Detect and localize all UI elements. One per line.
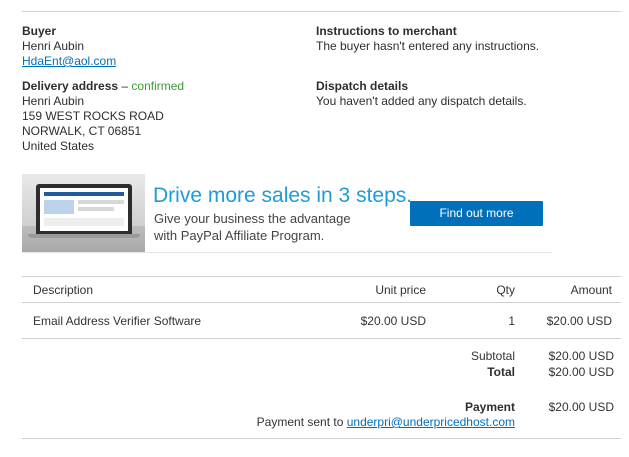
dispatch-text: You haven't added any dispatch details. [316, 94, 527, 108]
table-top-divider [22, 276, 621, 277]
buyer-section: Buyer Henri Aubin HdaEnt@aol.com [22, 24, 116, 69]
column-header-qty: Qty [496, 283, 515, 297]
payment-label: Payment [464, 400, 515, 414]
dispatch-section: Dispatch details You haven't added any d… [316, 79, 527, 109]
buyer-heading: Buyer [22, 24, 57, 38]
payee-email-link[interactable]: underpri@underpricedhost.com [347, 415, 515, 429]
item-unit-price: $20.00 USD [360, 314, 426, 328]
delivery-line: Henri Aubin [22, 94, 85, 108]
subtotal-label: Subtotal [470, 349, 515, 363]
header-divider [22, 302, 621, 303]
delivery-line: NORWALK, CT 06851 [22, 124, 142, 138]
payment-sent-to: Payment sent to underpri@underpricedhost… [257, 415, 515, 430]
instructions-text: The buyer hasn't entered any instruction… [316, 39, 540, 53]
total-label: Total [487, 365, 515, 379]
payment-value: $20.00 USD [548, 400, 614, 414]
find-out-more-button[interactable]: Find out more [410, 201, 543, 226]
column-header-unit-price: Unit price [375, 283, 426, 297]
row-divider [22, 338, 621, 339]
delivery-heading: Delivery address – confirmed [22, 79, 184, 94]
total-value: $20.00 USD [548, 365, 614, 379]
column-header-amount: Amount [570, 283, 612, 297]
item-description: Email Address Verifier Software [33, 314, 202, 328]
delivery-line: United States [22, 139, 95, 153]
buyer-email-link[interactable]: HdaEnt@aol.com [22, 54, 116, 68]
item-amount: $20.00 USD [546, 314, 612, 328]
dispatch-heading: Dispatch details [316, 79, 409, 93]
top-divider [22, 11, 621, 12]
delivery-section: Delivery address – confirmed Henri Aubin… [22, 79, 184, 154]
buyer-name: Henri Aubin [22, 39, 85, 53]
delivery-heading-text: Delivery address [22, 79, 119, 93]
laptop-illustration [22, 174, 145, 252]
payment-sent-to-prefix: Payment sent to [256, 415, 347, 429]
item-qty: 1 [508, 314, 515, 328]
banner-subtitle: Give your business the advantage with Pa… [154, 210, 351, 244]
delivery-line: 159 WEST ROCKS ROAD [22, 109, 164, 123]
instructions-section: Instructions to merchant The buyer hasn'… [316, 24, 539, 54]
instructions-heading: Instructions to merchant [316, 24, 457, 38]
delivery-status: confirmed [131, 79, 185, 93]
banner-subtitle-line: Give your business the advantage [154, 211, 351, 226]
subtotal-value: $20.00 USD [548, 349, 614, 363]
banner-title: Drive more sales in 3 steps. [153, 184, 413, 207]
column-header-description: Description [33, 283, 94, 297]
delivery-heading-separator: – [118, 79, 132, 93]
affiliate-banner: Drive more sales in 3 steps. Give your b… [22, 174, 552, 253]
banner-subtitle-line: with PayPal Affiliate Program. [154, 228, 325, 243]
bottom-divider [22, 438, 621, 439]
